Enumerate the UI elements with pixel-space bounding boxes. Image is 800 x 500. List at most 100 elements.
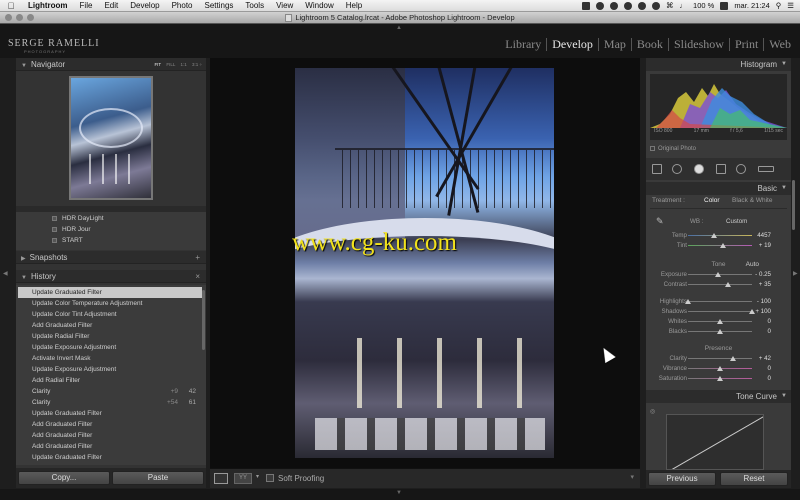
record-icon[interactable]: [596, 1, 605, 10]
history-row[interactable]: Add Graduated Filter: [18, 430, 202, 441]
history-row[interactable]: Update Exposure Adjustment: [18, 364, 202, 375]
menu-window[interactable]: Window: [299, 0, 339, 12]
slider-track[interactable]: [688, 272, 752, 277]
history-row[interactable]: Add Graduated Filter: [18, 441, 202, 452]
right-panel-toggle-icon[interactable]: ▶: [793, 270, 798, 277]
treatment-color[interactable]: Color: [704, 197, 720, 204]
radial-filter-tool-icon[interactable]: [736, 164, 746, 174]
timemachine-icon[interactable]: [638, 1, 647, 10]
history-row[interactable]: Update Color Tint Adjustment: [18, 309, 202, 320]
menu-photo[interactable]: Photo: [166, 0, 199, 12]
module-print[interactable]: Print: [730, 38, 765, 51]
graduated-filter-tool-icon[interactable]: [716, 164, 726, 174]
history-row[interactable]: Update Color Temperature Adjustment: [18, 298, 202, 309]
toolbar-menu-icon[interactable]: ▾: [630, 473, 634, 481]
paste-button[interactable]: Paste: [112, 471, 204, 485]
history-row[interactable]: Clarity +9 42: [18, 386, 202, 397]
module-web[interactable]: Web: [764, 38, 796, 51]
wifi-icon[interactable]: ⌘: [666, 1, 674, 10]
loupe-view-icon[interactable]: [214, 473, 228, 484]
slider-value[interactable]: + 100: [755, 308, 771, 315]
preset-item[interactable]: HDR DayLight: [52, 215, 104, 222]
history-row[interactable]: Update Graduated Filter: [18, 408, 202, 419]
soft-proofing-checkbox[interactable]: [266, 474, 274, 482]
module-develop[interactable]: Develop: [547, 38, 599, 51]
history-row[interactable]: Add Graduated Filter: [18, 419, 202, 430]
navigator-preview[interactable]: [69, 76, 153, 200]
history-row[interactable]: Add Graduated Filter: [18, 320, 202, 331]
slider-value[interactable]: - 100: [757, 298, 771, 305]
slider-knob[interactable]: [710, 233, 717, 238]
slider-value[interactable]: - 0.25: [755, 271, 771, 278]
minimize-window-icon[interactable]: [16, 14, 23, 21]
bluetooth-icon[interactable]: [652, 1, 661, 10]
history-row[interactable]: Update Graduated Filter: [18, 287, 202, 298]
history-scrollbar[interactable]: [202, 290, 205, 350]
module-book[interactable]: Book: [632, 38, 669, 51]
history-row[interactable]: Update Exposure Adjustment: [18, 342, 202, 353]
slider-track[interactable]: [688, 329, 752, 334]
search-icon[interactable]: ⚲: [776, 1, 782, 10]
slider-track[interactable]: [688, 356, 752, 361]
menu-help[interactable]: Help: [340, 0, 368, 12]
slider-knob[interactable]: [749, 309, 755, 314]
chevron-down-icon[interactable]: ▾: [256, 473, 259, 480]
targeted-adjustment-icon[interactable]: ◎: [650, 408, 655, 415]
spot-removal-tool-icon[interactable]: [672, 164, 682, 174]
grid-icon[interactable]: [582, 1, 591, 10]
slider-track[interactable]: [688, 309, 755, 314]
previous-button[interactable]: Previous: [648, 472, 716, 486]
slider-track[interactable]: [688, 233, 752, 238]
history-row[interactable]: Clarity +54 61: [18, 397, 202, 408]
menu-edit[interactable]: Edit: [98, 0, 124, 12]
snapshots-header[interactable]: ▶ Snapshots +: [16, 251, 206, 264]
menu-develop[interactable]: Develop: [124, 0, 165, 12]
slider-track[interactable]: [688, 243, 752, 248]
history-row[interactable]: Activate Invert Mask: [18, 353, 202, 364]
slider-knob[interactable]: [730, 356, 737, 361]
menu-view[interactable]: View: [270, 0, 299, 12]
history-row[interactable]: Update Graduated Filter: [18, 452, 202, 463]
slider-value[interactable]: 0: [768, 375, 771, 382]
zoom-fill[interactable]: FILL: [166, 62, 175, 67]
module-map[interactable]: Map: [599, 38, 632, 51]
menu-tools[interactable]: Tools: [239, 0, 270, 12]
volume-icon[interactable]: ♩: [680, 1, 688, 10]
app-menu[interactable]: Lightroom: [22, 0, 74, 12]
bottom-panel-toggle-icon[interactable]: ▼: [396, 490, 402, 496]
basic-header[interactable]: Basic ▼: [646, 182, 791, 195]
notification-icon[interactable]: ☰: [787, 1, 794, 10]
tone-curve-graph[interactable]: [666, 414, 764, 470]
preset-item[interactable]: HDR Jour: [52, 226, 91, 233]
slider-track[interactable]: [688, 319, 752, 324]
slider-knob[interactable]: [715, 272, 722, 277]
eyedropper-icon[interactable]: ✎: [656, 216, 664, 227]
slider-value[interactable]: 4457: [757, 232, 771, 239]
red-eye-tool-icon[interactable]: [694, 164, 704, 174]
treatment-bw[interactable]: Black & White: [732, 197, 772, 204]
slider-knob[interactable]: [717, 319, 723, 324]
left-panel-toggle-icon[interactable]: ◀: [3, 270, 8, 277]
history-header[interactable]: ▼ History ×: [16, 270, 206, 283]
history-row[interactable]: Add Radial Filter: [18, 375, 202, 386]
crop-tool-icon[interactable]: [652, 164, 662, 174]
top-panel-toggle-icon[interactable]: ▲: [396, 25, 402, 31]
slider-track[interactable]: [688, 366, 752, 371]
zoom-3-1[interactable]: 3:1 ÷: [192, 62, 202, 67]
wb-select[interactable]: Custom: [726, 218, 747, 225]
module-slideshow[interactable]: Slideshow: [669, 38, 730, 51]
apple-menu-icon[interactable]: : [0, 1, 22, 11]
info-icon[interactable]: [624, 1, 633, 10]
slider-value[interactable]: 0: [768, 318, 771, 325]
tone-curve-header[interactable]: Tone Curve ▼: [646, 390, 791, 403]
slider-knob[interactable]: [724, 282, 731, 287]
slider-value[interactable]: + 35: [759, 281, 771, 288]
zoom-fit[interactable]: FIT: [154, 62, 161, 67]
before-after-button[interactable]: YY: [234, 473, 252, 484]
image-canvas[interactable]: [210, 58, 640, 468]
copy-button[interactable]: Copy...: [18, 471, 110, 485]
preset-item[interactable]: START: [52, 237, 83, 244]
slider-knob[interactable]: [717, 376, 723, 381]
auto-tone-button[interactable]: Auto: [746, 261, 759, 268]
slider-value[interactable]: 0: [768, 365, 771, 372]
